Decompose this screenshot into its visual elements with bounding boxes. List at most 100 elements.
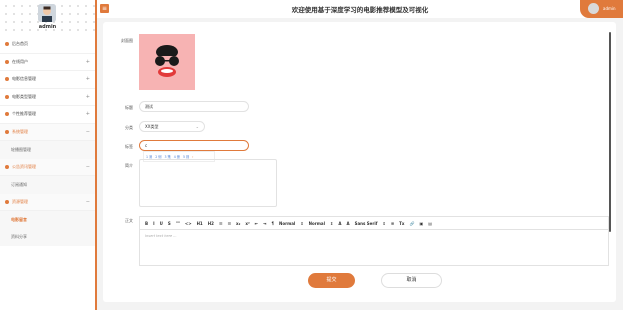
rich-text-editor: B I U S "" <> H1 H2 ☰ ☰ x₂ x² ⇤ ⇥ ¶ Normal ⇕ Normal ⇕ A A San…	[139, 216, 609, 266]
cancel-button[interactable]: 取消	[381, 273, 442, 288]
toolbar-button[interactable]: ⇕	[300, 221, 303, 226]
sidebar: admin 后台首页在线用户 + 电影信息管理 + 电影类型管理 + 个性推荐管理 + 系统管理…	[0, 0, 97, 310]
sidebar-item-label: 资料分享	[11, 234, 27, 240]
toolbar-button[interactable]: ¶	[271, 221, 274, 226]
form-card: 封面图 标题 测试 分类 XX类型 ⌄ 标签 c 1 测2 侧3 策4 册5 则…	[103, 22, 616, 302]
menu-dot-icon	[5, 94, 9, 99]
toolbar-button[interactable]: U	[160, 221, 163, 226]
toolbar-button[interactable]: Normal	[279, 221, 295, 226]
toolbar-button[interactable]: ▣	[419, 221, 423, 226]
sidebar-item[interactable]: 系统管理 −	[0, 123, 95, 141]
page-title: 欢迎使用基于深度学习的电影推荐模型及可视化	[291, 6, 429, 14]
sidebar-item[interactable]: 公告资讯管理 −	[0, 158, 95, 176]
toolbar-button[interactable]: S	[168, 221, 171, 226]
brief-label: 简介	[125, 163, 133, 168]
menu-dot-icon	[5, 42, 9, 47]
user-avatar	[588, 3, 599, 14]
toolbar-button[interactable]: ▤	[428, 221, 432, 226]
expand-icon: +	[85, 111, 90, 118]
sidebar-profile: admin	[0, 0, 95, 36]
sidebar-menu: 后台首页在线用户 + 电影信息管理 + 电影类型管理 + 个性推荐管理 + 系统管理 − 轮播图管理…	[0, 36, 95, 246]
sidebar-item-label: 后台首页	[12, 41, 28, 47]
sidebar-item-label: 个性推荐管理	[12, 111, 36, 117]
poster-upload[interactable]	[139, 34, 195, 90]
collapse-icon: −	[85, 163, 90, 170]
collapse-icon: −	[85, 128, 90, 135]
toolbar-button[interactable]: ⇕	[382, 221, 385, 226]
toolbar-button[interactable]: ≡	[391, 221, 394, 226]
toolbar-button[interactable]: ""	[176, 221, 180, 226]
toolbar-button[interactable]: ☰	[227, 221, 231, 226]
sidebar-item-label: 在线用户	[12, 58, 28, 64]
chevron-down-icon: ⌄	[195, 124, 199, 129]
toolbar-button[interactable]: x²	[245, 221, 249, 226]
toolbar-button[interactable]: A	[338, 221, 341, 226]
menu-dot-icon	[5, 199, 9, 204]
sidebar-user-name: admin	[38, 24, 57, 30]
toolbar-button[interactable]: ☰	[219, 221, 223, 226]
menu-dot-icon	[5, 164, 9, 169]
sidebar-subitem[interactable]: 订阅通知	[0, 176, 95, 194]
sidebar-subitem[interactable]: 资料分享	[0, 228, 95, 246]
sidebar-avatar[interactable]	[38, 4, 56, 22]
sidebar-item[interactable]: 电影类型管理 +	[0, 89, 95, 106]
menu-dot-icon	[5, 112, 9, 117]
menu-dot-icon	[5, 59, 9, 64]
sidebar-item[interactable]: 资源管理 −	[0, 193, 95, 211]
sidebar-item-label: 电影信息管理	[12, 76, 36, 82]
toolbar-button[interactable]: B	[145, 221, 148, 226]
editor-body[interactable]: Insert text here ...	[140, 230, 608, 242]
sidebar-item-label: 公告资讯管理	[12, 163, 36, 169]
toolbar-button[interactable]: 🔗	[409, 221, 414, 226]
content-label: 正文	[125, 218, 133, 223]
sidebar-item-label: 系统管理	[12, 128, 28, 134]
sidebar-item-label: 电影类型管理	[12, 93, 36, 99]
scrollbar[interactable]	[609, 32, 611, 232]
sidebar-item-label: 轮播图管理	[11, 146, 31, 152]
expand-icon: +	[85, 58, 90, 65]
sidebar-item-label: 资源管理	[12, 198, 28, 204]
collapse-icon: −	[85, 198, 90, 205]
expand-icon: +	[85, 93, 90, 100]
toolbar-button[interactable]: ⇤	[255, 221, 258, 226]
toolbar-button[interactable]: ⇥	[263, 221, 266, 226]
toolbar-button[interactable]: I	[153, 221, 155, 226]
user-menu[interactable]: admin	[580, 0, 623, 18]
poster-label: 封面图	[121, 38, 133, 43]
sidebar-item[interactable]: 后台首页	[0, 36, 95, 54]
expand-icon: +	[85, 76, 90, 83]
menu-dot-icon	[5, 129, 9, 134]
sidebar-item[interactable]: 个性推荐管理 +	[0, 106, 95, 124]
toolbar-button[interactable]: Normal	[309, 221, 325, 226]
ime-close-icon[interactable]: ›	[192, 155, 193, 159]
poster-image	[139, 34, 195, 90]
toolbar-button[interactable]: H1	[197, 221, 203, 226]
tags-input[interactable]: c	[139, 140, 249, 151]
toolbar-button[interactable]: ⇕	[330, 221, 333, 226]
toolbar-button[interactable]: Tx	[399, 221, 404, 226]
category-label: 分类	[125, 125, 133, 130]
brief-textarea[interactable]	[139, 159, 277, 207]
toolbar-button[interactable]: x₂	[236, 221, 240, 226]
sidebar-item-label: 订阅通知	[11, 181, 27, 187]
editor-toolbar: B I U S "" <> H1 H2 ☰ ☰ x₂ x² ⇤ ⇥ ¶ Normal ⇕ Normal ⇕ A A San…	[140, 217, 608, 230]
toolbar-button[interactable]: Sans Serif	[355, 221, 378, 226]
menu-dot-icon	[5, 77, 9, 82]
toolbar-button[interactable]: A	[346, 221, 349, 226]
sidebar-item[interactable]: 电影信息管理 +	[0, 71, 95, 89]
category-select[interactable]: XX类型 ⌄	[139, 121, 205, 132]
sidebar-subitem[interactable]: 轮播图管理	[0, 141, 95, 159]
category-value: XX类型	[145, 124, 159, 129]
toolbar-button[interactable]: H2	[208, 221, 214, 226]
user-menu-name: admin	[603, 6, 616, 11]
toolbar-button[interactable]: <>	[185, 221, 192, 226]
sidebar-subitem[interactable]: 电影留言	[0, 211, 95, 229]
tags-label: 标签	[125, 144, 133, 149]
submit-button[interactable]: 提交	[308, 273, 355, 288]
top-header: ≡ 欢迎使用基于深度学习的电影推荐模型及可视化 admin	[97, 0, 623, 18]
title-input[interactable]: 测试	[139, 101, 249, 112]
app-root: admin 后台首页在线用户 + 电影信息管理 + 电影类型管理 + 个性推荐管理 + 系统管理…	[0, 0, 623, 310]
title-label: 标题	[125, 105, 133, 110]
sidebar-item[interactable]: 在线用户 +	[0, 54, 95, 71]
sidebar-item-label: 电影留言	[11, 216, 27, 222]
